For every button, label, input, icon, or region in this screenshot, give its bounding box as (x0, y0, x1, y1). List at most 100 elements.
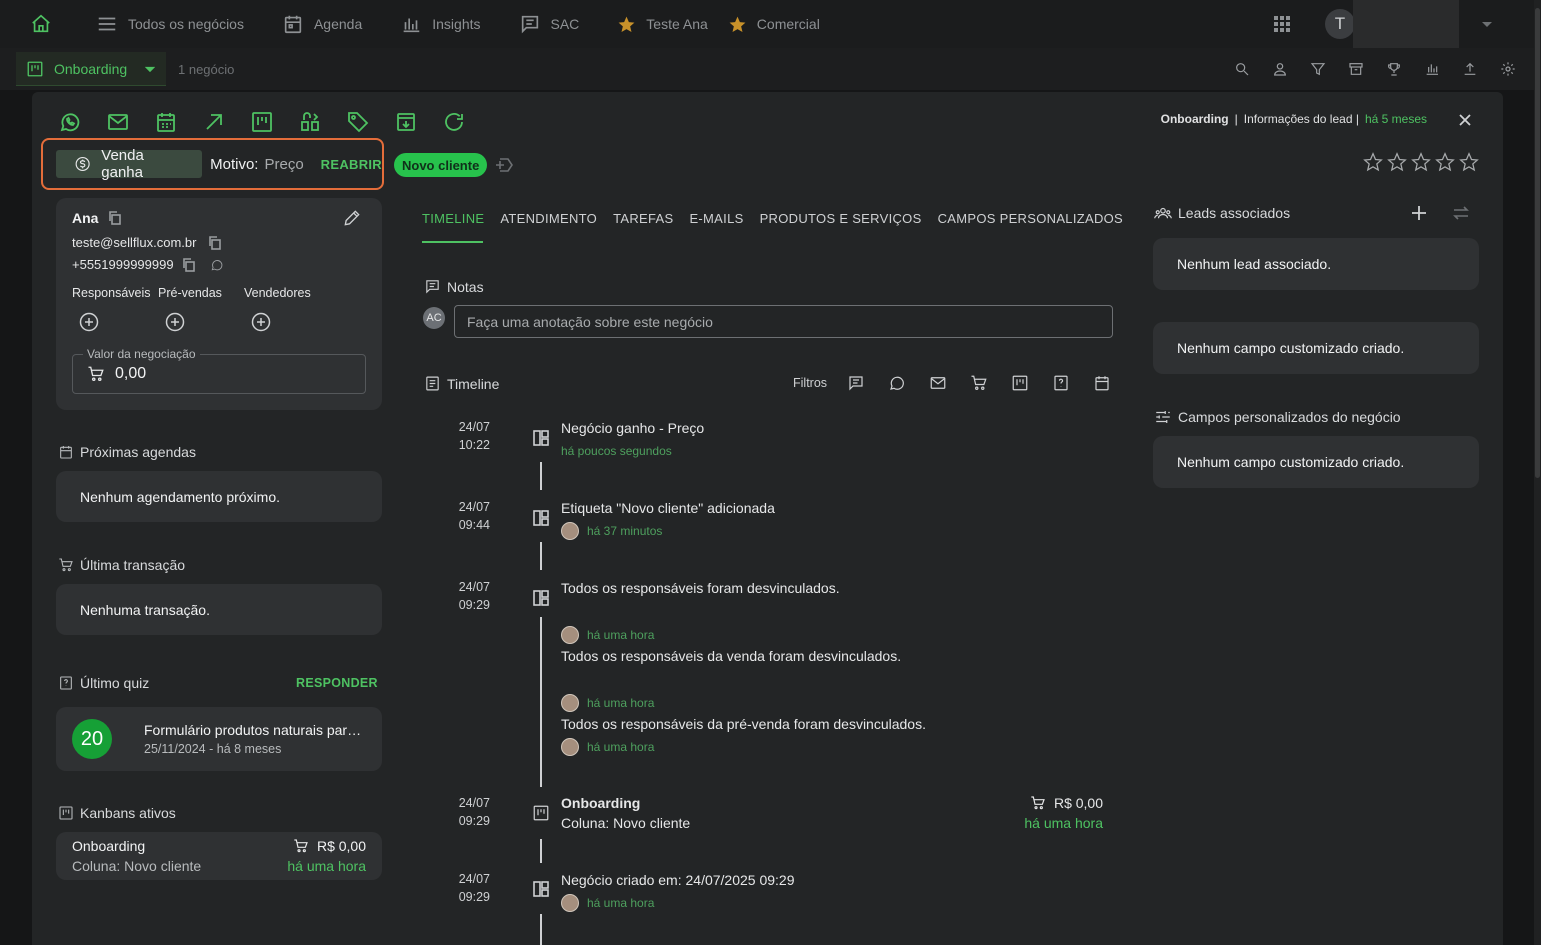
tab-emails[interactable]: E-MAILS (689, 211, 743, 226)
close-icon[interactable] (1457, 112, 1473, 128)
nav-todos-negocios[interactable]: Todos os negócios (96, 13, 244, 35)
quiz-card[interactable]: 20 Formulário produtos naturais para pet… (56, 707, 382, 771)
mail-filter-icon[interactable] (929, 374, 947, 392)
whatsapp-filter-icon[interactable] (888, 374, 906, 392)
role-responsaveis: Responsáveis (72, 286, 151, 300)
whatsapp-icon[interactable] (58, 110, 82, 134)
user-avatar[interactable]: T (1325, 9, 1355, 39)
nav-insights[interactable]: Insights (400, 13, 481, 35)
whatsapp-icon[interactable] (210, 258, 224, 272)
dollar-circle-icon (75, 156, 90, 172)
page-scrollbar[interactable] (1534, 0, 1541, 945)
event-meta: há uma hora (561, 894, 654, 912)
tab-campos-personalizados[interactable]: CAMPOS PERSONALIZADOS (938, 211, 1123, 226)
proximas-agendas-header: Próximas agendas (58, 444, 196, 460)
tab-tarefas[interactable]: TAREFAS (613, 211, 673, 226)
copy-icon[interactable] (182, 258, 196, 272)
copy-icon[interactable] (108, 211, 122, 225)
deal-value-field[interactable]: Valor da negociação 0,00 (72, 347, 366, 394)
star-icon[interactable] (1411, 152, 1431, 172)
note-filter-icon[interactable] (847, 374, 865, 392)
quiz-title: Formulário produtos naturais para pets (144, 722, 366, 738)
kanban-icon (27, 61, 43, 76)
nav-favorite-comercial[interactable]: Comercial (728, 15, 820, 34)
mail-icon[interactable] (106, 110, 130, 134)
tag-chip[interactable]: Novo cliente (394, 153, 488, 177)
nav-favorite-teste-ana[interactable]: Teste Ana (617, 15, 708, 34)
search-icon[interactable] (1234, 61, 1250, 77)
cart-filter-icon[interactable] (970, 374, 988, 392)
archive-icon[interactable] (1348, 61, 1364, 77)
tab-produtos-servicos[interactable]: PRODUTOS E SERVIÇOS (760, 211, 922, 226)
copy-icon[interactable] (208, 236, 222, 250)
breadcrumb: Onboarding | Informações do lead | há 5 … (1160, 112, 1427, 126)
chevron-down-icon[interactable] (1481, 18, 1493, 30)
event-date: 24/07 09:29 (458, 872, 490, 904)
chart-icon[interactable] (1424, 61, 1440, 77)
tab-atendimento[interactable]: ATENDIMENTO (500, 211, 597, 226)
kanban-icon[interactable] (250, 110, 274, 134)
event-value: R$ 0,00 (1030, 795, 1103, 811)
add-lead-icon[interactable] (1410, 204, 1428, 222)
star-icon[interactable] (1459, 152, 1479, 172)
business-count: 1 negócio (178, 61, 235, 77)
event-kanban-icon (533, 805, 549, 821)
event-layout-icon (533, 430, 549, 446)
arrow-up-right-icon[interactable] (202, 110, 226, 134)
user-icon[interactable] (1272, 61, 1288, 77)
quiz-filter-icon[interactable] (1052, 374, 1070, 392)
archive-download-icon[interactable] (394, 110, 418, 134)
author-avatar (561, 626, 579, 644)
leads-associados-header: Leads associados (1154, 204, 1290, 222)
ultimo-quiz-header: Último quiz (58, 675, 149, 691)
pipeline-select[interactable]: Onboarding (16, 52, 166, 86)
cart-icon (59, 558, 73, 572)
star-icon[interactable] (1435, 152, 1455, 172)
star-icon[interactable] (1387, 152, 1407, 172)
swap-icon[interactable] (1452, 204, 1470, 222)
home-icon[interactable] (30, 13, 52, 35)
upload-icon[interactable] (1462, 61, 1478, 77)
responder-quiz-button[interactable]: RESPONDER (296, 676, 378, 690)
author-avatar (561, 738, 579, 756)
timeline-connector (540, 542, 542, 570)
role-pre-vendas: Pré-vendas (158, 286, 222, 300)
event-value-time: há uma hora (1024, 815, 1103, 831)
role-vendedores: Vendedores (244, 286, 311, 300)
add-tag-icon[interactable] (494, 156, 514, 174)
timeline-connector (540, 462, 542, 490)
ultima-transacao-header: Última transação (58, 557, 185, 573)
gear-icon[interactable] (1500, 61, 1516, 77)
tab-timeline[interactable]: TIMELINE (422, 211, 484, 226)
timeline-connector (540, 839, 542, 863)
nav-agenda[interactable]: Agenda (282, 13, 362, 35)
lead-modal: Onboarding | Informações do lead | há 5 … (32, 92, 1503, 945)
author-avatar (561, 894, 579, 912)
filter-icon[interactable] (1310, 61, 1326, 77)
proximas-agendas-empty: Nenhum agendamento próximo. (56, 471, 382, 522)
pipeline-actions (1234, 48, 1516, 90)
event-date: 24/07 10:22 (458, 420, 490, 452)
tag-icon[interactable] (346, 110, 370, 134)
chat-icon (521, 15, 538, 34)
trophy-icon[interactable] (1386, 61, 1402, 77)
star-icon[interactable] (1363, 152, 1383, 172)
edit-icon[interactable] (342, 208, 362, 228)
event-date: 24/07 09:29 (458, 580, 490, 612)
nav-sac[interactable]: SAC (519, 13, 579, 35)
add-responsavel-icon[interactable] (79, 312, 99, 332)
add-pre-venda-icon[interactable] (165, 312, 185, 332)
calendar-icon[interactable] (154, 110, 178, 134)
reopen-button[interactable]: REABRIR (321, 157, 382, 172)
calendar-filter-icon[interactable] (1093, 374, 1111, 392)
scrollbar-thumb[interactable] (1535, 8, 1540, 478)
apps-grid-icon[interactable] (1273, 15, 1291, 33)
kanban-card[interactable]: Onboarding Coluna: Novo cliente R$ 0,00 … (56, 832, 382, 880)
contact-email: teste@sellflux.com.br (72, 235, 197, 250)
refresh-icon[interactable] (442, 110, 466, 134)
note-input[interactable] (454, 305, 1113, 338)
notas-header: Notas (424, 278, 484, 295)
add-vendedor-icon[interactable] (251, 312, 271, 332)
kanban-filter-icon[interactable] (1011, 374, 1029, 392)
transfer-icon[interactable] (298, 110, 322, 134)
